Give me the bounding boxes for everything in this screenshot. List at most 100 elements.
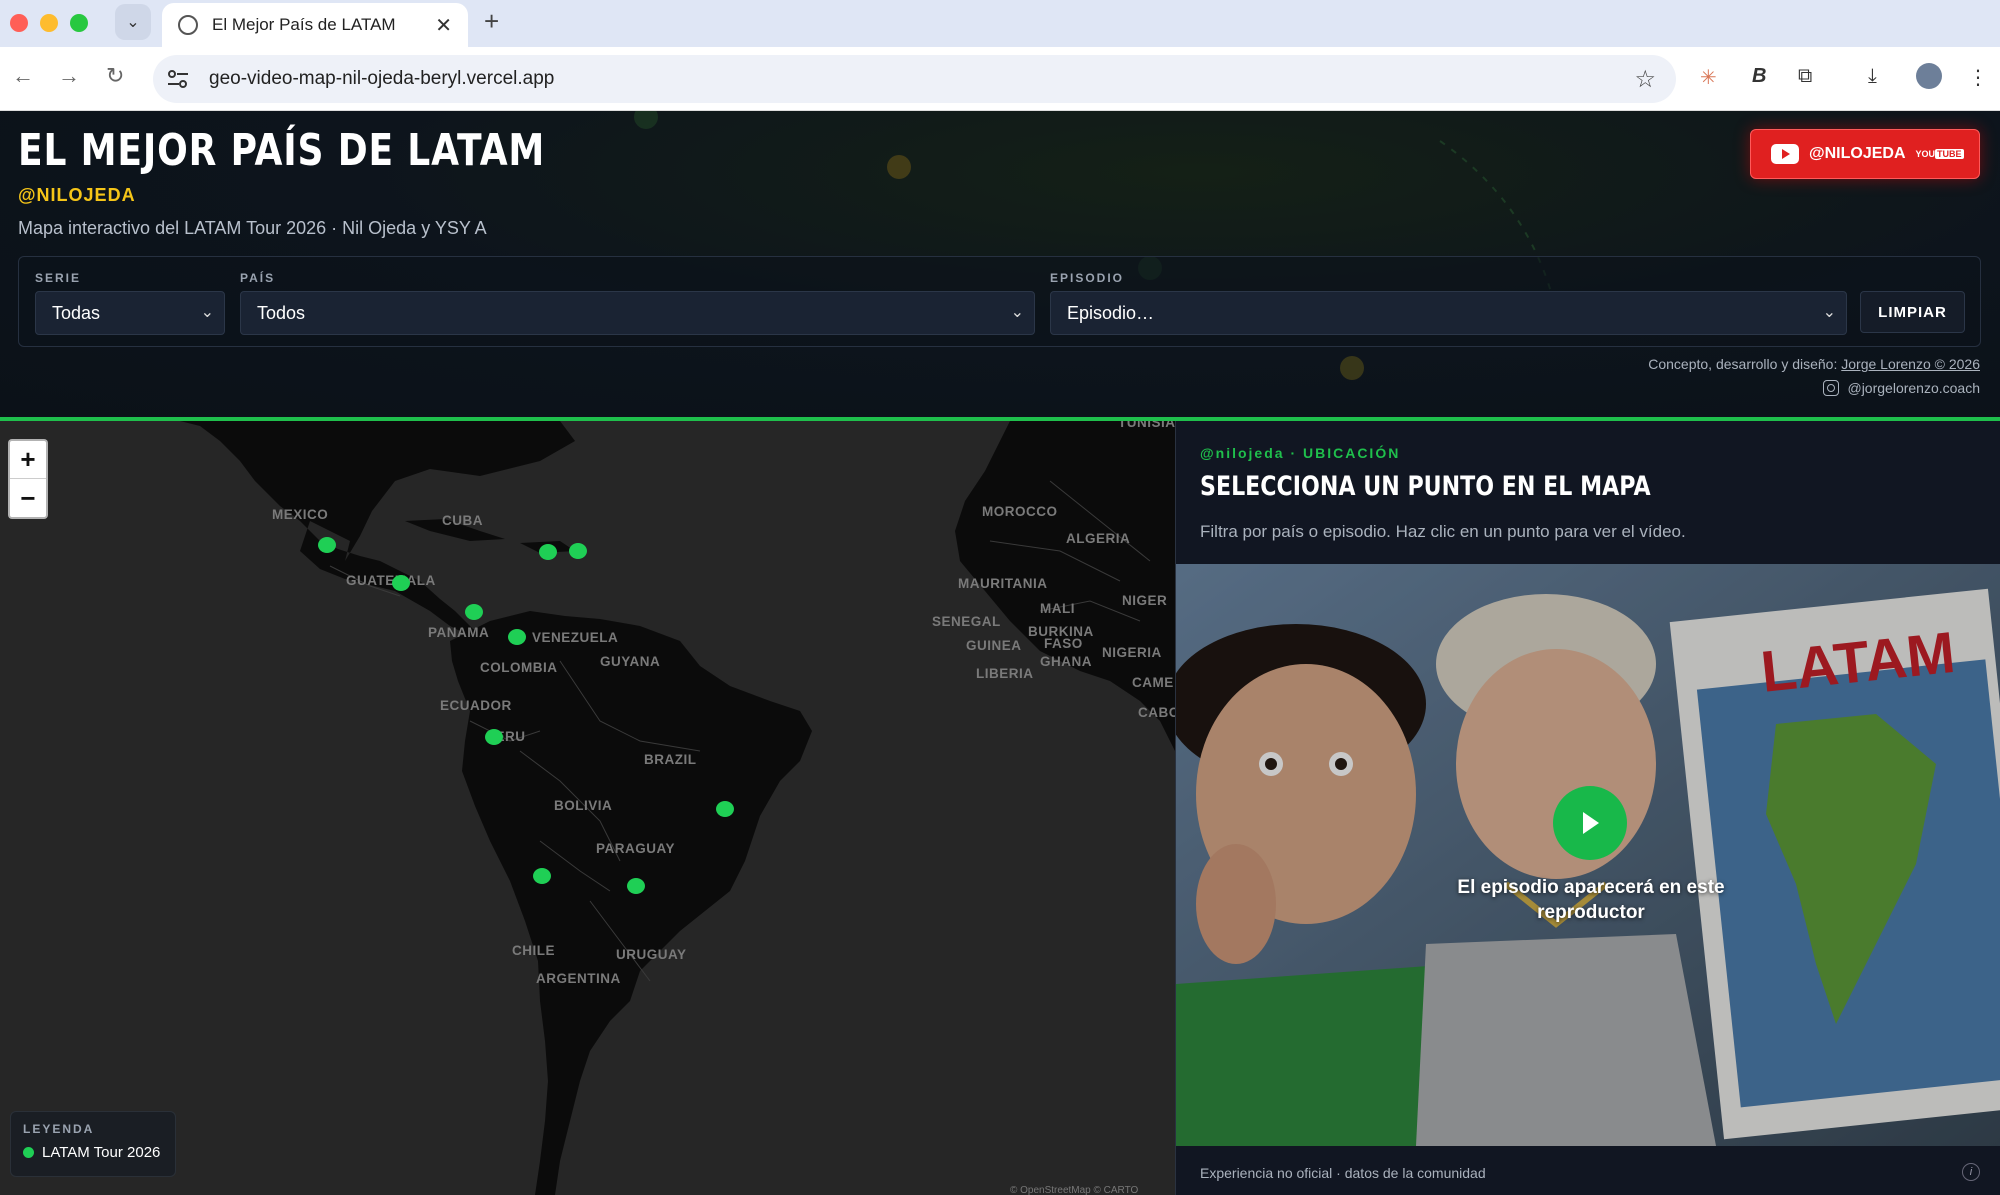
chevron-down-icon: ⌄ xyxy=(200,304,214,321)
map-label-venezuela: VENEZUELA xyxy=(532,630,618,645)
forward-icon[interactable]: → xyxy=(58,63,80,89)
site-header: EL MEJOR PAÍS DE LATAM @NILOJEDA Mapa in… xyxy=(0,111,2000,417)
map-label-ghana: GHANA xyxy=(1040,654,1092,669)
chevron-down-icon: ⌄ xyxy=(1822,304,1836,321)
map-label-guinea: GUINEA xyxy=(966,638,1022,653)
episodio-select[interactable]: Episodio… ⌄ xyxy=(1050,291,1847,335)
youtube-wordmark: YOU TUBE xyxy=(1916,149,1964,159)
close-tab-icon[interactable]: ✕ xyxy=(435,13,452,38)
map-marker[interactable] xyxy=(569,543,587,559)
claude-extension-icon[interactable]: ✳ xyxy=(1700,65,1717,90)
map-label-morocco: MOROCCO xyxy=(982,504,1058,519)
episodio-select-value: Episodio… xyxy=(1067,302,1155,323)
serie-label: SERIE xyxy=(35,271,82,285)
zoom-in-button[interactable]: + xyxy=(10,441,46,479)
map-label-brazil: BRAZIL xyxy=(644,752,697,767)
map-marker[interactable] xyxy=(716,801,734,817)
map-label-algeria: ALGERIA xyxy=(1066,531,1130,546)
map-legend: LEYENDA LATAM Tour 2026 xyxy=(10,1111,176,1177)
map-label-uruguay: URUGUAY xyxy=(616,947,687,962)
map-marker[interactable] xyxy=(539,544,557,560)
map-attribution[interactable]: © OpenStreetMap © CARTO xyxy=(1010,1185,1138,1195)
map-label-senegal: SENEGAL xyxy=(932,614,1001,629)
video-player[interactable]: LATAM El episodio aparecerá en este repr… xyxy=(1176,564,2000,1146)
map-label-cabo: CABO xyxy=(1138,705,1175,720)
map-marker[interactable] xyxy=(318,537,336,553)
map-label-guyana: GUYANA xyxy=(600,654,660,669)
map-label-mauritania: MAURITANIA xyxy=(958,576,1048,591)
serie-select[interactable]: Todas ⌄ xyxy=(35,291,225,335)
minimize-window-button[interactable] xyxy=(40,14,58,32)
instagram-handle[interactable]: @jorgelorenzo.coach xyxy=(1847,380,1980,396)
instagram-credit[interactable]: @jorgelorenzo.coach xyxy=(1823,380,1980,396)
map-marker[interactable] xyxy=(508,629,526,645)
youtube-wordmark-you: YOU xyxy=(1915,149,1936,159)
extensions-puzzle-icon[interactable]: ⧉ xyxy=(1798,65,1812,88)
profile-avatar[interactable] xyxy=(1916,63,1942,89)
clear-filters-button[interactable]: LIMPIAR xyxy=(1860,291,1965,333)
legend-item-label: LATAM Tour 2026 xyxy=(42,1144,161,1161)
legend-title: LEYENDA xyxy=(23,1122,95,1136)
reload-icon[interactable]: ↻ xyxy=(106,63,124,89)
map-marker[interactable] xyxy=(465,604,483,620)
legend-dot-icon xyxy=(23,1147,34,1158)
back-icon[interactable]: ← xyxy=(12,63,34,89)
map-label-panama: PANAMA xyxy=(428,625,489,640)
instagram-icon xyxy=(1823,380,1840,396)
youtube-channel-button[interactable]: @NILOJEDA YOU TUBE xyxy=(1750,129,1980,179)
episodio-label: EPISODIO xyxy=(1050,271,1125,285)
pais-select-value: Todos xyxy=(257,302,306,323)
map-label-mali: MALI xyxy=(1040,601,1075,616)
credits-line: Concepto, desarrollo y diseño: Jorge Lor… xyxy=(1648,356,1980,372)
browser-tab[interactable]: El Mejor País de LATAM ✕ xyxy=(162,3,468,47)
new-tab-button[interactable]: + xyxy=(484,6,499,37)
map-label-nigeria: NIGERIA xyxy=(1102,645,1162,660)
chevron-down-icon: ⌄ xyxy=(126,14,140,31)
browser-toolbar: ← → ↻ geo-video-map-nil-ojeda-beryl.verc… xyxy=(0,47,2000,111)
page-subtitle: Mapa interactivo del LATAM Tour 2026 · N… xyxy=(18,218,487,238)
serie-select-value: Todas xyxy=(52,302,101,323)
map-marker[interactable] xyxy=(533,868,551,884)
youtube-icon xyxy=(1771,144,1799,164)
bookmark-star-icon[interactable]: ☆ xyxy=(1634,65,1656,94)
legend-item: LATAM Tour 2026 xyxy=(23,1144,163,1161)
maximize-window-button[interactable] xyxy=(70,14,88,32)
map-label-chile: CHILE xyxy=(512,943,555,958)
channel-handle: @NILOJEDA xyxy=(18,185,136,205)
panel-kicker: @nilojeda · UBICACIÓN xyxy=(1200,445,1401,461)
more-menu-icon[interactable]: ⋮ xyxy=(1968,65,1988,90)
map-label-mexico: MEXICO xyxy=(272,507,328,522)
panel-title: SELECCIONA UN PUNTO EN EL MAPA xyxy=(1200,471,1651,502)
page: EL MEJOR PAÍS DE LATAM @NILOJEDA Mapa in… xyxy=(0,111,2000,1195)
map-label-guatemala: GUATEMALA xyxy=(346,573,436,588)
map-container[interactable]: MEXICO CUBA GUATEMALA PANAMA VENEZUELA G… xyxy=(0,421,1175,1195)
browser-tab-bar: ⌄ El Mejor País de LATAM ✕ + xyxy=(0,0,2000,47)
map-marker[interactable] xyxy=(627,878,645,894)
map-label-tunisia: TUNISIA xyxy=(1118,421,1175,430)
map-label-paraguay: PARAGUAY xyxy=(596,841,675,856)
play-button[interactable] xyxy=(1553,786,1627,860)
map-label-liberia: LIBERIA xyxy=(976,666,1034,681)
map-label-bolivia: BOLIVIA xyxy=(554,798,612,813)
site-settings-icon[interactable] xyxy=(167,70,189,88)
chevron-down-icon: ⌄ xyxy=(1010,304,1024,321)
map-marker[interactable] xyxy=(392,575,410,591)
youtube-button-label: @NILOJEDA xyxy=(1809,145,1906,162)
map-canvas[interactable]: MEXICO CUBA GUATEMALA PANAMA VENEZUELA G… xyxy=(0,421,1175,1195)
author-link[interactable]: Jorge Lorenzo © 2026 xyxy=(1841,356,1980,372)
map-label-came: CAME xyxy=(1132,675,1174,690)
map-marker[interactable] xyxy=(485,729,503,745)
zoom-out-button[interactable]: − xyxy=(10,479,46,517)
globe-icon xyxy=(178,15,198,35)
info-icon[interactable]: i xyxy=(1962,1163,1980,1181)
tab-search-button[interactable]: ⌄ xyxy=(115,4,151,40)
youtube-wordmark-tube: TUBE xyxy=(1935,149,1964,159)
pais-select[interactable]: Todos ⌄ xyxy=(240,291,1035,335)
panel-footer: Experiencia no oficial · datos de la com… xyxy=(1200,1165,1486,1181)
address-bar[interactable]: geo-video-map-nil-ojeda-beryl.vercel.app… xyxy=(153,55,1676,103)
download-icon[interactable]: ⤓ xyxy=(1868,65,1877,88)
video-panel: @nilojeda · UBICACIÓN SELECCIONA UN PUNT… xyxy=(1175,421,2000,1195)
map-label-argentina: ARGENTINA xyxy=(536,971,621,986)
close-window-button[interactable] xyxy=(10,14,28,32)
bold-extension-icon[interactable]: B xyxy=(1752,65,1766,88)
